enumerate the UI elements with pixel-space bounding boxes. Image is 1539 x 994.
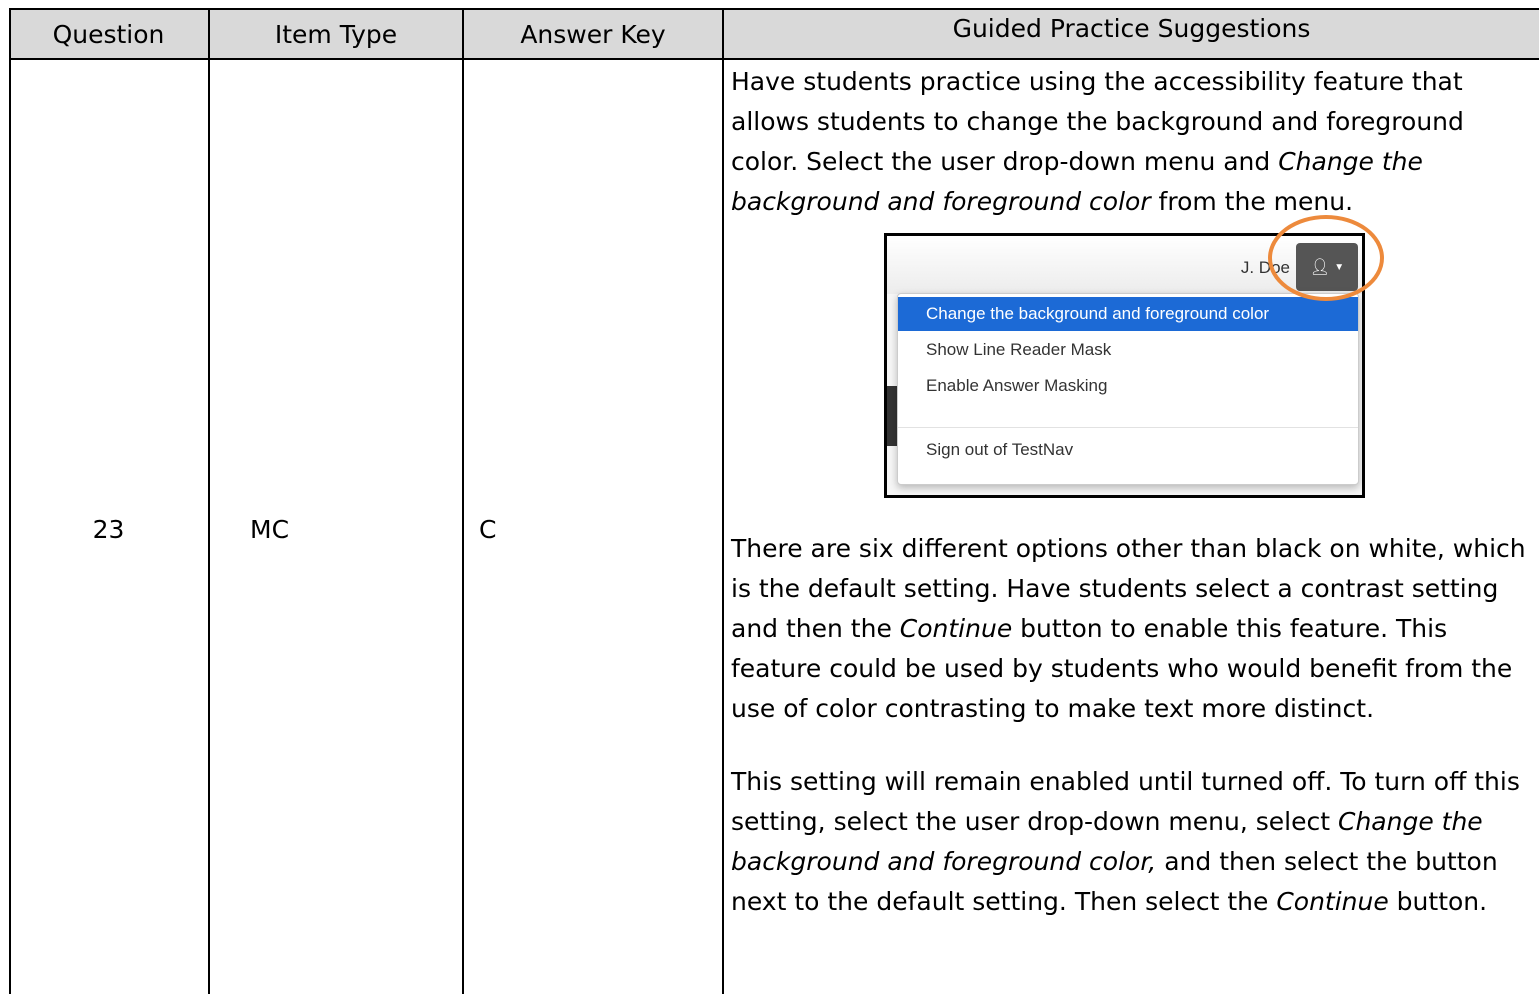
header-question: Question bbox=[52, 19, 165, 49]
answer-key-value: C bbox=[479, 515, 497, 544]
testnav-menu-screenshot: J. Doe 👤︎ ▼ Change the background and fo… bbox=[884, 233, 1365, 498]
suggestion-paragraph-2: There are six different options other th… bbox=[731, 529, 1531, 729]
suggestion-emphasis: Continue bbox=[899, 614, 1013, 643]
suggestion-text: button. bbox=[1388, 887, 1488, 916]
suggestion-text: from the menu. bbox=[1150, 187, 1354, 216]
user-icon: 👤︎ bbox=[1309, 259, 1331, 276]
menu-item-answer-masking[interactable]: Enable Answer Masking bbox=[898, 369, 1358, 403]
column-divider bbox=[462, 8, 464, 994]
suggestion-emphasis: Continue bbox=[1276, 887, 1389, 916]
background-edge bbox=[887, 386, 897, 446]
menu-item-line-reader[interactable]: Show Line Reader Mask bbox=[898, 333, 1358, 367]
user-dropdown-button[interactable]: 👤︎ ▼ bbox=[1296, 243, 1358, 291]
menu-divider bbox=[898, 427, 1358, 428]
header-item-type: Item Type bbox=[274, 19, 398, 49]
header-answer-key: Answer Key bbox=[520, 19, 666, 49]
column-divider bbox=[208, 8, 210, 994]
column-divider bbox=[9, 8, 11, 994]
user-dropdown-menu: Change the background and foreground col… bbox=[897, 293, 1359, 485]
question-number: 23 bbox=[92, 515, 125, 544]
app-top-bar: J. Doe 👤︎ ▼ bbox=[887, 236, 1362, 294]
caret-down-icon: ▼ bbox=[1334, 261, 1345, 273]
item-type-value: MC bbox=[250, 515, 290, 544]
column-divider bbox=[722, 8, 724, 994]
header-suggestions: Guided Practice Suggestions bbox=[952, 14, 1311, 43]
suggestion-paragraph-3: This setting will remain enabled until t… bbox=[731, 762, 1531, 922]
user-name: J. Doe bbox=[1240, 258, 1290, 277]
menu-item-change-color[interactable]: Change the background and foreground col… bbox=[898, 297, 1358, 331]
suggestion-paragraph-1: Have students practice using the accessi… bbox=[731, 62, 1531, 222]
menu-item-sign-out[interactable]: Sign out of TestNav bbox=[898, 433, 1358, 467]
